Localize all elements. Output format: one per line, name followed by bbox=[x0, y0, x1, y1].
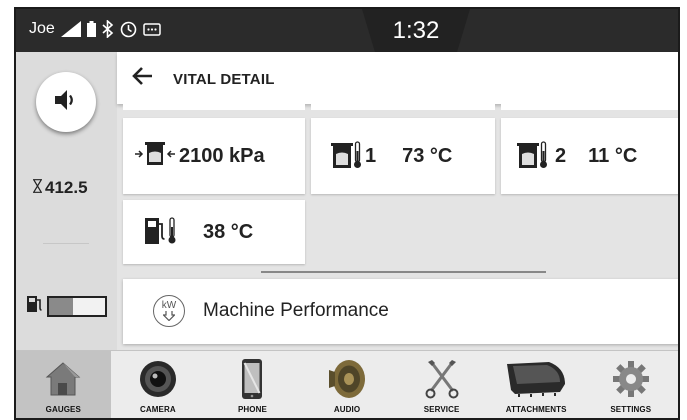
machine-performance-label: Machine Performance bbox=[203, 300, 389, 321]
signal-icon bbox=[60, 21, 81, 37]
vital-tile-hydraulic-temp-2: 2 11 °C bbox=[501, 118, 678, 194]
nav-camera[interactable]: CAMERA bbox=[111, 351, 206, 418]
previous-tile-edge bbox=[501, 104, 678, 110]
fuel-temp-icon bbox=[145, 216, 179, 249]
hydraulic-temp-2-value: 11 °C bbox=[588, 144, 638, 167]
nav-audio-label: AUDIO bbox=[333, 405, 361, 414]
previous-tile-edge bbox=[311, 104, 495, 110]
display-screen: Joe 1:32 412.5 VITAL DETAIL 2100 kPa 1 7… bbox=[14, 7, 680, 420]
vital-tile-hydraulic-temp-1: 1 73 °C bbox=[311, 118, 495, 194]
engine-hours: 412.5 bbox=[32, 178, 88, 198]
page-title: VITAL DETAIL bbox=[173, 71, 275, 88]
left-divider bbox=[43, 243, 89, 244]
message-icon bbox=[143, 22, 161, 36]
hydraulic-temp-2-icon bbox=[517, 139, 547, 174]
nav-gauges-label: GAUGES bbox=[45, 405, 81, 414]
fuel-temp-value: 38 °C bbox=[203, 220, 254, 243]
clock-tab: 1:32 bbox=[362, 9, 470, 52]
fuel-pump-icon bbox=[27, 295, 43, 317]
user-name: Joe bbox=[29, 20, 55, 37]
phone-icon bbox=[241, 357, 263, 401]
previous-tile-edge bbox=[123, 104, 305, 110]
hourglass-icon bbox=[32, 178, 43, 198]
engine-hours-value: 412.5 bbox=[45, 178, 88, 197]
battery-icon bbox=[86, 21, 96, 37]
status-bar: Joe 1:32 bbox=[16, 9, 678, 52]
hydraulic-pressure-value: 2100 kPa bbox=[179, 144, 265, 167]
kw-icon: kW bbox=[153, 295, 185, 327]
nav-gauges[interactable]: GAUGES bbox=[16, 351, 111, 418]
hydraulic-temp-1-icon bbox=[331, 139, 361, 174]
bottom-nav: GAUGES CAMERA PHONE AUDIO SERVICE ATTACH… bbox=[16, 350, 678, 418]
speaker-icon bbox=[53, 88, 79, 117]
header-bar: VITAL DETAIL bbox=[117, 52, 678, 104]
machine-performance-button[interactable]: kW Machine Performance bbox=[123, 279, 678, 344]
fuel-gauge bbox=[47, 295, 107, 317]
gear-icon bbox=[611, 357, 651, 401]
home-icon bbox=[44, 357, 82, 401]
bucket-icon bbox=[505, 357, 567, 401]
nav-attachments-label: ATTACHMENTS bbox=[505, 405, 567, 414]
nav-settings[interactable]: SETTINGS bbox=[583, 351, 678, 418]
volume-button[interactable] bbox=[36, 72, 96, 132]
nav-service[interactable]: SERVICE bbox=[394, 351, 489, 418]
main-content: VITAL DETAIL 2100 kPa 1 73 °C 2 11 °C 38… bbox=[117, 52, 678, 350]
nav-phone-label: PHONE bbox=[237, 405, 267, 414]
nav-settings-label: SETTINGS bbox=[610, 405, 652, 414]
bluetooth-icon bbox=[102, 20, 114, 38]
nav-service-label: SERVICE bbox=[423, 405, 460, 414]
nav-camera-label: CAMERA bbox=[140, 405, 176, 414]
hydraulic-pressure-icon bbox=[135, 141, 175, 172]
back-arrow-icon[interactable] bbox=[131, 66, 153, 91]
page-indicator bbox=[261, 271, 546, 273]
wrench-icon bbox=[424, 357, 460, 401]
fuel-gauge-fill bbox=[49, 297, 73, 315]
camera-icon bbox=[138, 357, 178, 401]
clock: 1:32 bbox=[392, 17, 440, 44]
timer-icon bbox=[120, 21, 137, 38]
vital-tile-fuel-temp: 38 °C bbox=[123, 200, 305, 264]
speaker-icon bbox=[327, 357, 367, 401]
nav-phone[interactable]: PHONE bbox=[205, 351, 300, 418]
fuel-level bbox=[27, 295, 107, 317]
left-panel: 412.5 bbox=[16, 52, 117, 350]
hydraulic-temp-1-index: 1 bbox=[365, 144, 377, 167]
nav-attachments[interactable]: ATTACHMENTS bbox=[489, 351, 584, 418]
vital-tile-hydraulic-pressure: 2100 kPa bbox=[123, 118, 305, 194]
hydraulic-temp-1-value: 73 °C bbox=[402, 144, 453, 167]
nav-audio[interactable]: AUDIO bbox=[300, 351, 395, 418]
hydraulic-temp-2-index: 2 bbox=[555, 144, 567, 167]
kw-icon-text: kW bbox=[161, 300, 177, 311]
